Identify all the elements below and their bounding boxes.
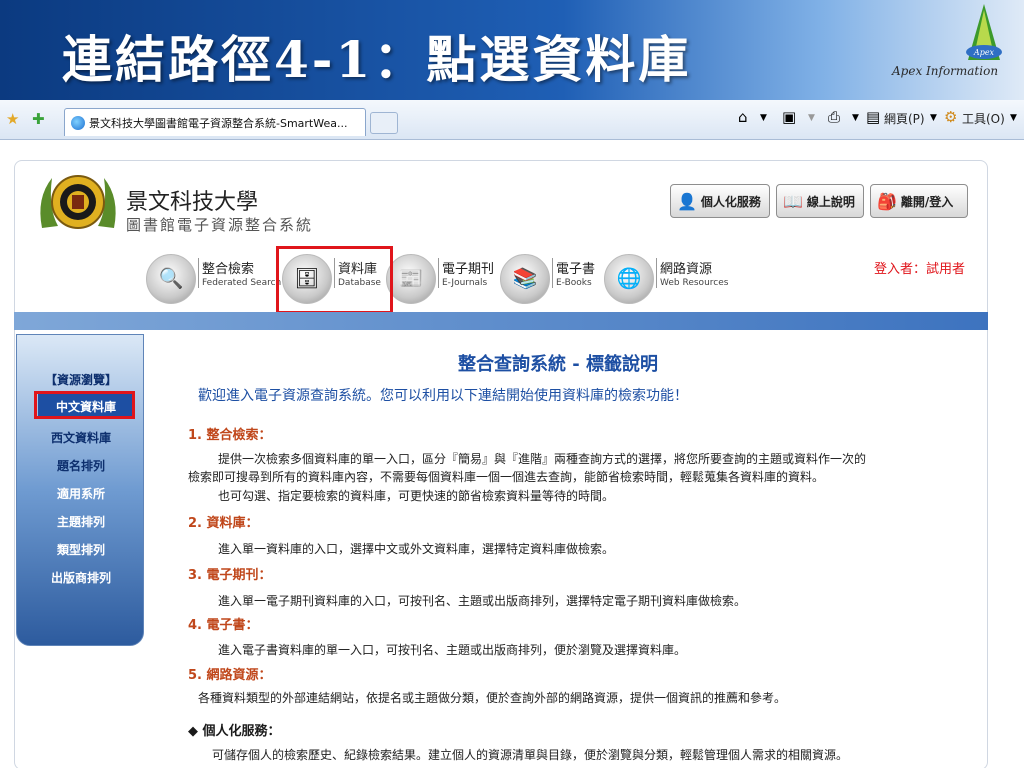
section-heading: 4. 電子書： xyxy=(188,618,259,633)
nav-ebooks[interactable]: 📚 電子書 E-Books xyxy=(500,252,604,308)
journal-icon: 📰 xyxy=(386,254,436,304)
print-dropdown-icon[interactable]: ▼ xyxy=(852,113,859,123)
sidebar-active-label[interactable]: 中文資料庫 xyxy=(22,398,150,415)
add-favorite-icon[interactable]: ✚ xyxy=(32,110,45,128)
feeds-icon[interactable]: ▣ xyxy=(782,108,796,126)
database-highlight-box xyxy=(276,246,393,314)
page-menu[interactable]: 網頁(P) xyxy=(884,110,925,127)
sidebar: 【資源瀏覽】 中文資料庫 西文資料庫 題名排列 適用系所 主題排列 類型排列 出… xyxy=(16,334,144,646)
nav-federated-search[interactable]: 🔍 整合檢索 Federated Search xyxy=(146,252,281,308)
browser-toolbar: ★ ✚ 景文科技大學圖書館電子資源整合系統-SmartWea... ⌂ ▼ ▣ … xyxy=(0,100,1024,140)
section-heading: 1. 整合檢索： xyxy=(188,428,272,443)
print-icon[interactable]: ⎙ xyxy=(828,108,840,126)
search-icon: 🔍 xyxy=(146,254,196,304)
logout-login-button[interactable]: 🎒 離開/登入 xyxy=(870,184,968,218)
login-user: 登入者：試用者 xyxy=(874,262,966,277)
sidebar-item-by-publisher[interactable]: 出版商排列 xyxy=(17,569,145,586)
slide-header: 連結路徑4-1：點選資料庫 Apex Apex Information xyxy=(0,0,1024,100)
section-text: 可儲存個人的檢索歷史、紀錄檢索結果。建立個人的資源清單與目錄，便於瀏覽與分類，輕… xyxy=(212,748,849,762)
header-divider-band xyxy=(14,312,988,330)
personal-service-button[interactable]: 👤 個人化服務 xyxy=(670,184,770,218)
sidebar-item-western-db[interactable]: 西文資料庫 xyxy=(17,429,145,446)
nav-web-resources[interactable]: 🌐 網路資源 Web Resources xyxy=(604,252,734,308)
book-icon: 📖 xyxy=(783,191,803,211)
nav-ejournals[interactable]: 📰 電子期刊 E-Journals xyxy=(386,252,496,308)
svg-text:Apex: Apex xyxy=(973,48,995,57)
sidebar-item-by-title[interactable]: 題名排列 xyxy=(17,457,145,474)
school-name: 景文科技大學 xyxy=(126,190,259,215)
school-emblem-icon xyxy=(40,175,116,229)
page-dropdown-icon[interactable]: ▼ xyxy=(930,113,937,123)
sidebar-item-by-type[interactable]: 類型排列 xyxy=(17,541,145,558)
web-page: 景文科技大學 圖書館電子資源整合系統 👤 個人化服務 📖 線上說明 🎒 離開/登入 🔍… xyxy=(0,140,1024,768)
person-icon: 👤 xyxy=(677,191,697,211)
gear-icon: ⚙ xyxy=(944,108,958,126)
sidebar-title: 【資源瀏覽】 xyxy=(44,373,117,387)
page-title: 整合查詢系統 - 標籤說明 xyxy=(458,354,659,375)
tab-title: 景文科技大學圖書館電子資源整合系統-SmartWea... xyxy=(89,117,348,130)
tools-dropdown-icon[interactable]: ▼ xyxy=(1010,113,1017,123)
welcome-text: 歡迎進入電子資源查詢系統。您可以利用以下連結開始使用資料庫的檢索功能！ xyxy=(198,388,688,404)
section-text: 進入單一資料庫的入口，選擇中文或外文資料庫，選擇特定資料庫做檢索。 xyxy=(218,542,615,556)
section-text: 也可勾選、指定要檢索的資料庫，可更快速的節省檢索資料量等待的時間。 xyxy=(218,489,615,503)
section-heading: 5. 網路資源： xyxy=(188,668,272,683)
section-heading: ◆ 個人化服務： xyxy=(188,724,281,739)
new-tab-button[interactable] xyxy=(370,112,398,134)
slide-title: 連結路徑4-1：點選資料庫 xyxy=(62,30,692,89)
system-name: 圖書館電子資源整合系統 xyxy=(126,216,314,234)
browser-tab[interactable]: 景文科技大學圖書館電子資源整合系統-SmartWea... xyxy=(64,108,366,136)
feeds-dropdown-icon[interactable]: ▼ xyxy=(808,113,815,123)
section-heading: 2. 資料庫： xyxy=(188,516,259,531)
page-icon: ▤ xyxy=(866,108,881,126)
section-text: 檢索即可搜尋到所有的資料庫內容，不需要每個資料庫一個一個進去查詢，能節省檢索時間… xyxy=(188,470,825,484)
exit-icon: 🎒 xyxy=(877,191,897,211)
section-text: 進入電子書資料庫的單一入口，可按刊名、主題或出版商排列，便於瀏覽及選擇資料庫。 xyxy=(218,643,687,657)
section-text: 提供一次檢索多個資料庫的單一入口，區分『簡易』與『進階』兩種查詢方式的選擇，將您… xyxy=(218,452,867,466)
favorites-star-icon[interactable]: ★ xyxy=(6,110,19,128)
brand-name: Apex Information xyxy=(892,64,999,78)
ie-icon xyxy=(71,116,85,130)
home-icon[interactable]: ⌂ xyxy=(738,108,748,126)
section-text: 各種資料類型的外部連結網站，依提名或主題做分類，便於查詢外部的網路資源，提供一個… xyxy=(198,691,787,705)
section-text: 進入單一電子期刊資料庫的入口，可按刊名、主題或出版商排列，選擇特定電子期刊資料庫… xyxy=(218,594,747,608)
ebook-icon: 📚 xyxy=(500,254,550,304)
online-help-button[interactable]: 📖 線上說明 xyxy=(776,184,864,218)
section-heading: 3. 電子期刊： xyxy=(188,568,272,583)
tools-menu[interactable]: 工具(O) xyxy=(962,110,1005,127)
sidebar-item-by-department[interactable]: 適用系所 xyxy=(17,485,145,502)
sidebar-item-by-subject[interactable]: 主題排列 xyxy=(17,513,145,530)
globe-icon: 🌐 xyxy=(604,254,654,304)
home-dropdown-icon[interactable]: ▼ xyxy=(760,113,767,123)
